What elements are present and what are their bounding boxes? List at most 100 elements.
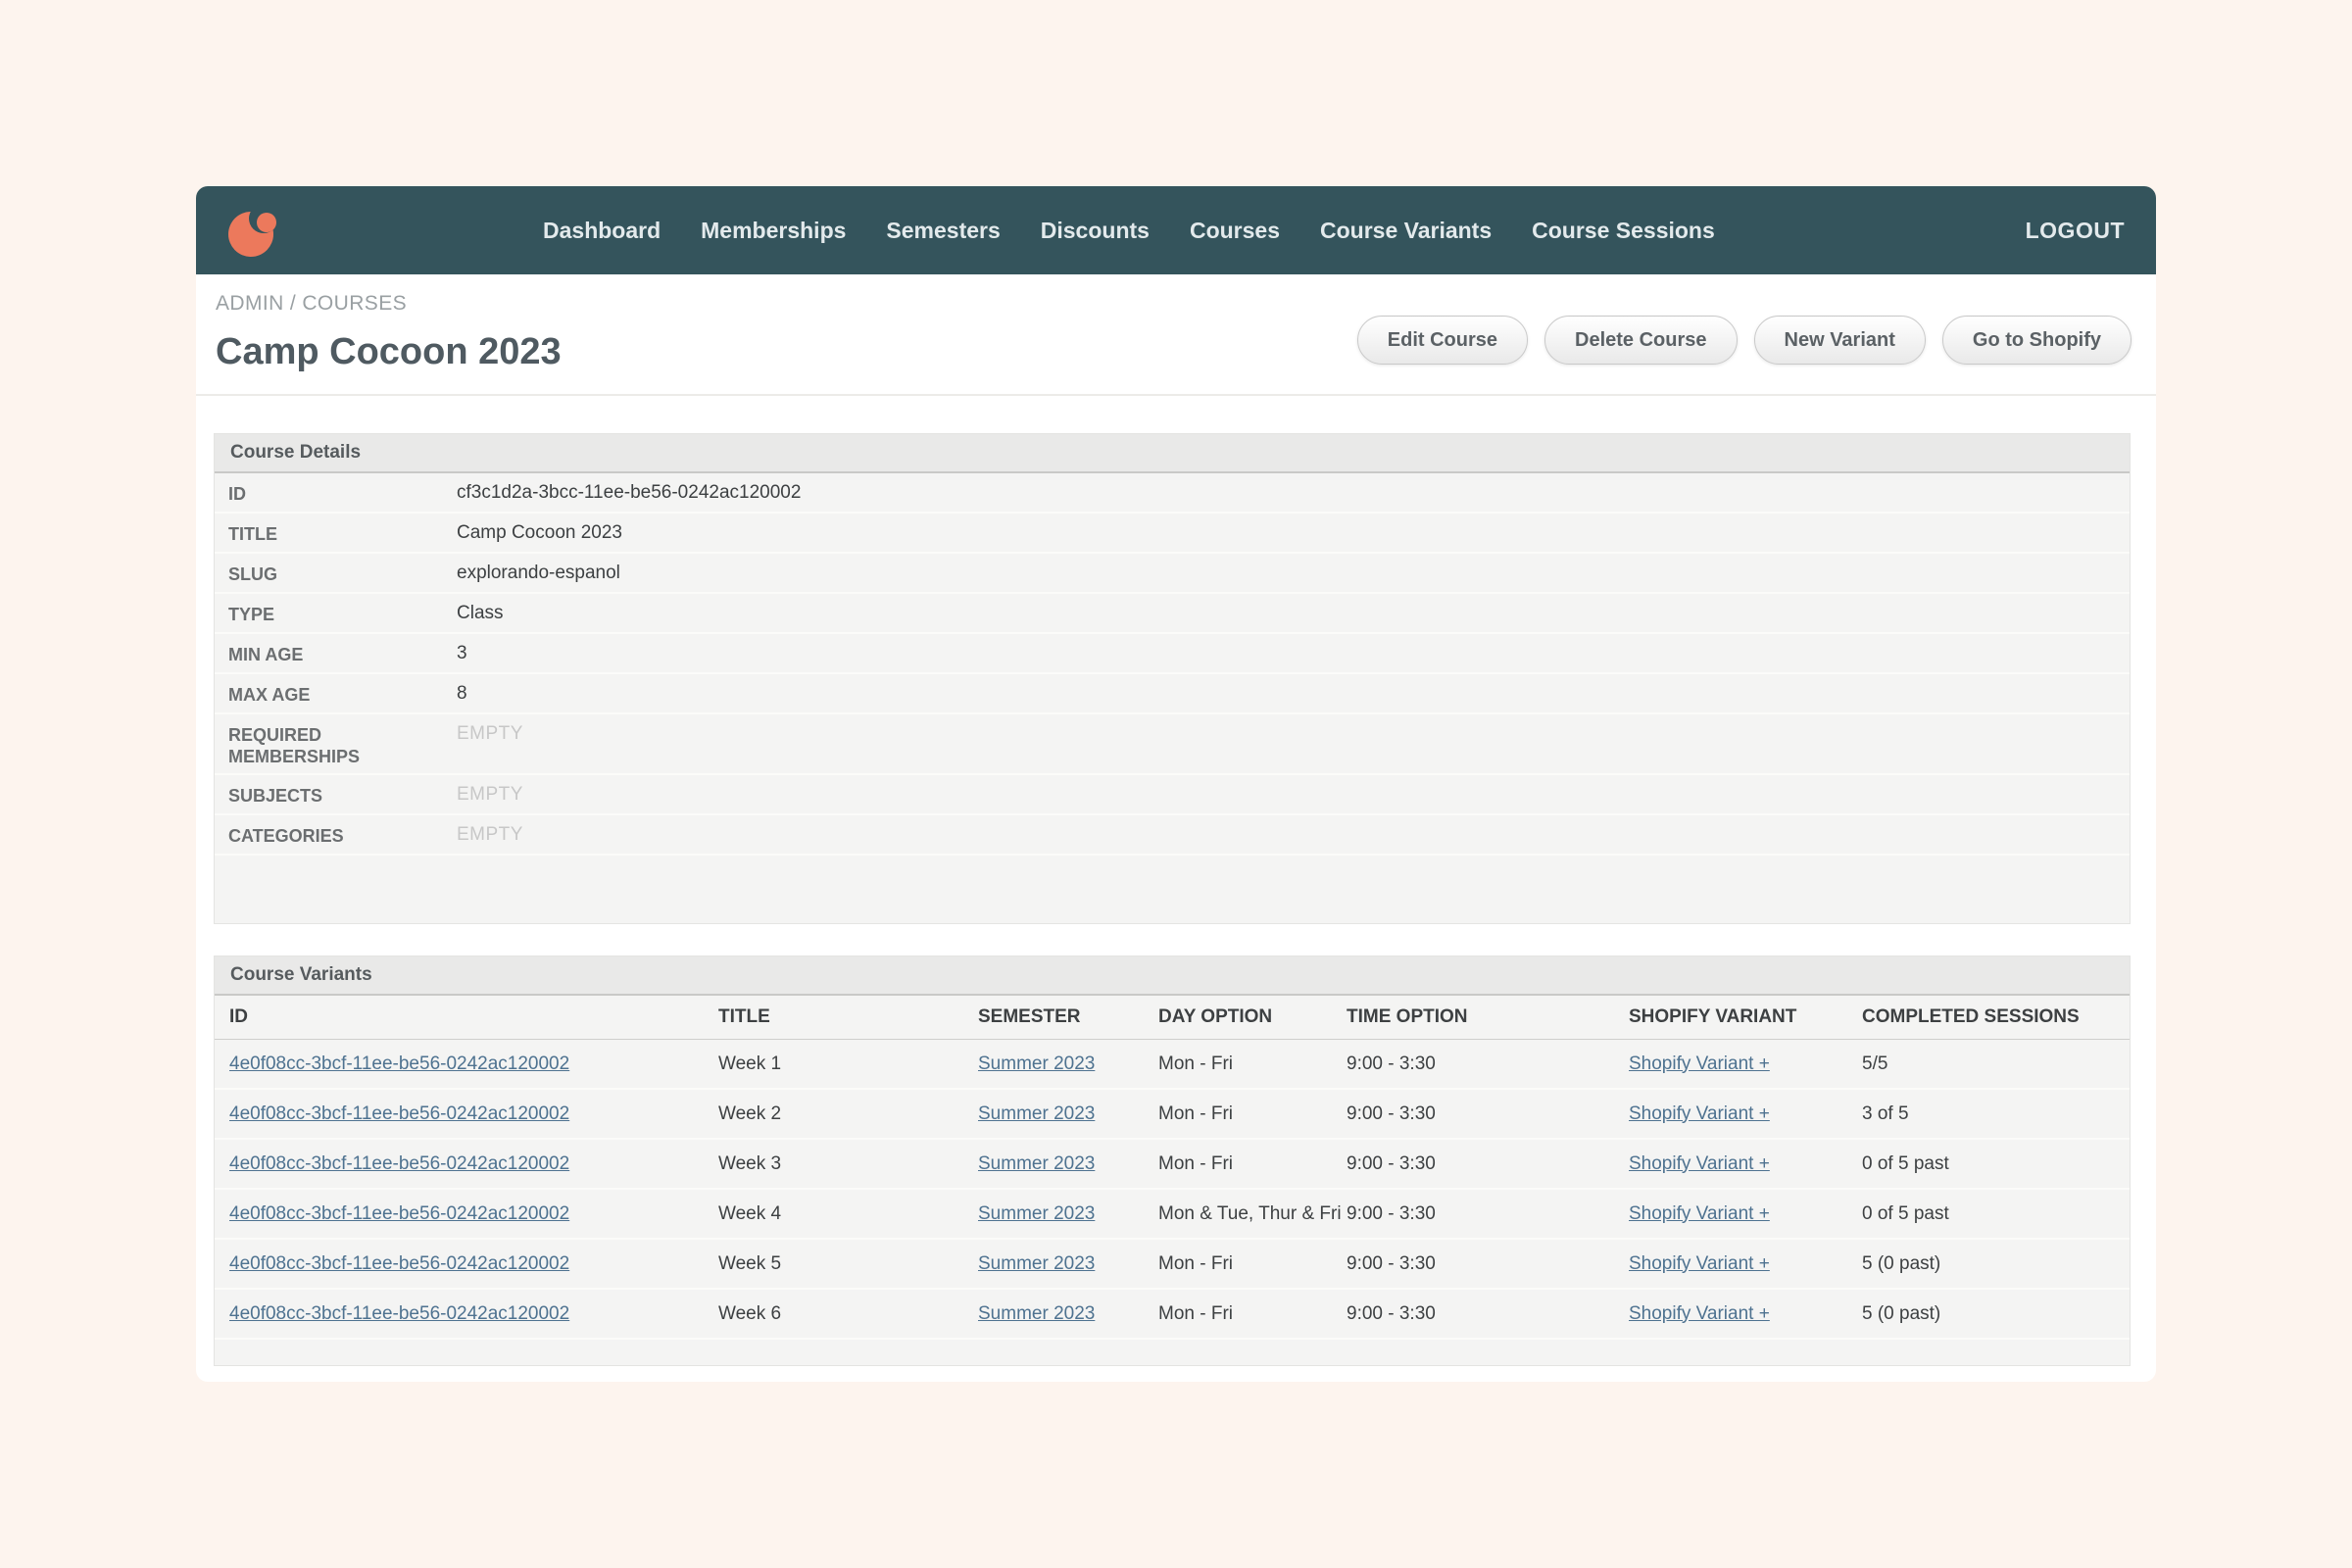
detail-row-min-age: MIN AGE 3 [215, 634, 2130, 674]
nav-item-discounts[interactable]: Discounts [1041, 218, 1150, 244]
nav-item-course-sessions[interactable]: Course Sessions [1532, 218, 1715, 244]
detail-label: MAX AGE [228, 685, 311, 705]
shopify-variant-link[interactable]: Shopify Variant + [1629, 1153, 1770, 1174]
action-buttons-group: Edit Course Delete Course New Variant Go… [1356, 316, 2132, 365]
column-header-day-option: DAY OPTION [1158, 1006, 1273, 1027]
detail-value: explorando-espanol [457, 563, 620, 583]
column-header-title: TITLE [718, 1006, 770, 1027]
time-option: 9:00 - 3:30 [1347, 1252, 1436, 1274]
course-details-title: Course Details [215, 434, 2130, 473]
breadcrumb[interactable]: ADMIN / COURSES [216, 292, 2132, 316]
table-row: 4e0f08cc-3bcf-11ee-be56-0242ac120002 Wee… [215, 1290, 2130, 1340]
brand-logo[interactable] [227, 200, 280, 261]
column-header-id: ID [229, 1006, 248, 1027]
detail-value: 8 [457, 683, 467, 704]
nav-items-group: Dashboard Memberships Semesters Discount… [543, 218, 1715, 244]
details-panel-footer [215, 856, 2130, 923]
shopify-variant-link[interactable]: Shopify Variant + [1629, 1054, 1770, 1074]
shopify-variant-link[interactable]: Shopify Variant + [1629, 1103, 1770, 1124]
variant-id-link[interactable]: 4e0f08cc-3bcf-11ee-be56-0242ac120002 [229, 1103, 569, 1124]
detail-row-subjects: SUBJECTS EMPTY [215, 775, 2130, 815]
shopify-variant-link[interactable]: Shopify Variant + [1629, 1303, 1770, 1324]
course-variants-panel: Course Variants ID TITLE SEMESTER DAY OP… [214, 956, 2131, 1366]
table-row: 4e0f08cc-3bcf-11ee-be56-0242ac120002 Wee… [215, 1240, 2130, 1290]
detail-row-slug: SLUG explorando-espanol [215, 554, 2130, 594]
semester-link[interactable]: Summer 2023 [978, 1203, 1095, 1224]
table-row: 4e0f08cc-3bcf-11ee-be56-0242ac120002 Wee… [215, 1190, 2130, 1240]
variant-title: Week 6 [718, 1302, 782, 1324]
nav-item-courses[interactable]: Courses [1190, 218, 1280, 244]
time-option: 9:00 - 3:30 [1347, 1053, 1436, 1074]
cocoon-logo-icon [228, 204, 278, 257]
nav-item-dashboard[interactable]: Dashboard [543, 218, 661, 244]
page-background: { "colors": { "page_background": "#fdf4e… [0, 0, 2352, 1568]
course-variants-title: Course Variants [215, 956, 2130, 996]
nav-item-semesters[interactable]: Semesters [886, 218, 1000, 244]
logout-button[interactable]: LOGOUT [2026, 218, 2125, 244]
variant-title: Week 2 [718, 1102, 782, 1124]
table-row: 4e0f08cc-3bcf-11ee-be56-0242ac120002 Wee… [215, 1040, 2130, 1090]
edit-course-button[interactable]: Edit Course [1356, 316, 1529, 365]
semester-link[interactable]: Summer 2023 [978, 1153, 1095, 1174]
variant-title: Week 1 [718, 1053, 782, 1074]
variant-title: Week 5 [718, 1252, 782, 1274]
detail-value: Camp Cocoon 2023 [457, 522, 622, 543]
detail-row-title: TITLE Camp Cocoon 2023 [215, 514, 2130, 554]
day-option: Mon - Fri [1158, 1302, 1233, 1324]
detail-row-required-memberships: REQUIRED MEMBERSHIPS EMPTY [215, 714, 2130, 775]
delete-course-button[interactable]: Delete Course [1544, 316, 1738, 365]
semester-link[interactable]: Summer 2023 [978, 1253, 1095, 1274]
time-option: 9:00 - 3:30 [1347, 1102, 1436, 1124]
shopify-variant-link[interactable]: Shopify Variant + [1629, 1253, 1770, 1274]
day-option: Mon - Fri [1158, 1053, 1233, 1074]
course-details-panel: Course Details ID cf3c1d2a-3bcc-11ee-be5… [214, 433, 2131, 924]
detail-label: CATEGORIES [228, 826, 344, 846]
nav-item-course-variants[interactable]: Course Variants [1320, 218, 1492, 244]
completed-sessions: 0 of 5 past [1862, 1202, 1949, 1224]
completed-sessions: 5/5 [1862, 1053, 1888, 1074]
content-card: ADMIN / COURSES Camp Cocoon 2023 Edit Co… [196, 274, 2156, 1382]
detail-label: TYPE [228, 605, 275, 624]
day-option: Mon - Fri [1158, 1152, 1233, 1174]
page-header: ADMIN / COURSES Camp Cocoon 2023 Edit Co… [196, 292, 2156, 373]
detail-label: SLUG [228, 564, 278, 584]
variant-id-link[interactable]: 4e0f08cc-3bcf-11ee-be56-0242ac120002 [229, 1203, 569, 1224]
detail-row-max-age: MAX AGE 8 [215, 674, 2130, 714]
header-divider [196, 394, 2156, 396]
detail-label: REQUIRED MEMBERSHIPS [228, 725, 361, 766]
table-row: 4e0f08cc-3bcf-11ee-be56-0242ac120002 Wee… [215, 1090, 2130, 1140]
semester-link[interactable]: Summer 2023 [978, 1303, 1095, 1324]
detail-value-empty: EMPTY [457, 784, 523, 805]
variant-id-link[interactable]: 4e0f08cc-3bcf-11ee-be56-0242ac120002 [229, 1054, 569, 1074]
nav-item-memberships[interactable]: Memberships [701, 218, 846, 244]
completed-sessions: 5 (0 past) [1862, 1302, 1941, 1324]
column-header-shopify-variant: SHOPIFY VARIANT [1629, 1006, 1797, 1027]
new-variant-button[interactable]: New Variant [1753, 316, 1926, 365]
day-option: Mon - Fri [1158, 1102, 1233, 1124]
column-header-time-option: TIME OPTION [1347, 1006, 1468, 1027]
time-option: 9:00 - 3:30 [1347, 1202, 1436, 1224]
column-header-semester: SEMESTER [978, 1006, 1081, 1027]
completed-sessions: 3 of 5 [1862, 1102, 1909, 1124]
semester-link[interactable]: Summer 2023 [978, 1103, 1095, 1124]
top-nav-bar: Dashboard Memberships Semesters Discount… [196, 186, 2156, 274]
detail-value: Class [457, 603, 504, 623]
variant-title: Week 3 [718, 1152, 782, 1174]
variant-title: Week 4 [718, 1202, 782, 1224]
go-to-shopify-button[interactable]: Go to Shopify [1941, 316, 2132, 365]
table-row: 4e0f08cc-3bcf-11ee-be56-0242ac120002 Wee… [215, 1140, 2130, 1190]
time-option: 9:00 - 3:30 [1347, 1302, 1436, 1324]
detail-label: TITLE [228, 524, 277, 544]
detail-label: SUBJECTS [228, 786, 323, 806]
shopify-variant-link[interactable]: Shopify Variant + [1629, 1203, 1770, 1224]
variant-id-link[interactable]: 4e0f08cc-3bcf-11ee-be56-0242ac120002 [229, 1153, 569, 1174]
app-shell: Dashboard Memberships Semesters Discount… [196, 186, 2156, 1382]
semester-link[interactable]: Summer 2023 [978, 1054, 1095, 1074]
detail-value: 3 [457, 643, 467, 663]
variant-id-link[interactable]: 4e0f08cc-3bcf-11ee-be56-0242ac120002 [229, 1303, 569, 1324]
detail-row-type: TYPE Class [215, 594, 2130, 634]
day-option: Mon - Fri [1158, 1252, 1233, 1274]
day-option: Mon & Tue, Thur & Fri [1158, 1202, 1342, 1224]
variant-id-link[interactable]: 4e0f08cc-3bcf-11ee-be56-0242ac120002 [229, 1253, 569, 1274]
table-header-row: ID TITLE SEMESTER DAY OPTION TIME OPTION… [215, 996, 2130, 1040]
